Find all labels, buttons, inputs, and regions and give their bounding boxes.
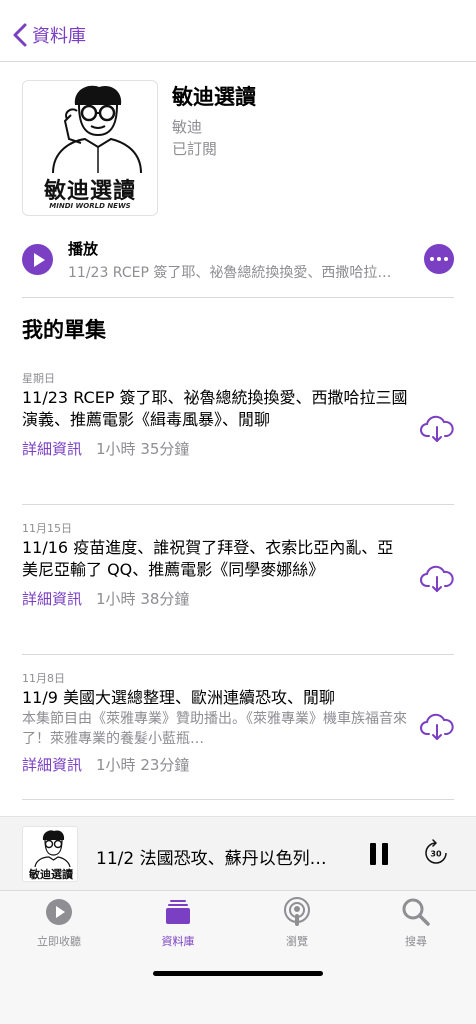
episode-duration: 1小時 23分鐘 xyxy=(96,756,190,774)
episode-date: 11月15日 xyxy=(22,522,72,535)
episode-date: 11月8日 xyxy=(22,672,65,685)
episode-date: 星期日 xyxy=(22,372,55,385)
episode-details-link[interactable]: 詳細資訊 xyxy=(22,590,82,608)
more-options-button[interactable] xyxy=(424,244,454,274)
episode-title[interactable]: 11/16 疫苗進度、誰祝賀了拜登、衣索比亞內亂、亞美尼亞輸了 QQ、推薦電影《… xyxy=(22,537,408,581)
show-author[interactable]: 敏迪 xyxy=(172,116,256,138)
mini-player[interactable]: 敏迪選讀 11/2 法國恐攻、蘇丹以色列建交 30 xyxy=(0,816,476,890)
tab-label: 資料庫 xyxy=(161,935,195,948)
more-dot-icon xyxy=(444,257,448,261)
tab-browse[interactable]: 瀏覽 xyxy=(247,897,347,957)
play-circle-icon xyxy=(46,899,72,925)
pause-bar-icon xyxy=(382,843,388,865)
back-button[interactable]: 資料庫 xyxy=(12,20,86,50)
pause-button[interactable] xyxy=(370,843,388,865)
mini-artwork-title: 敏迪選讀 xyxy=(28,867,73,881)
skip-seconds-label: 30 xyxy=(430,850,442,859)
tab-bar: 立即收聽 資料庫 瀏覽 搜尋 xyxy=(0,890,476,1024)
tab-search[interactable]: 搜尋 xyxy=(366,897,466,957)
episode-duration: 1小時 35分鐘 xyxy=(96,440,190,458)
show-artwork: 敏迪選讀 MINDI WORLD NEWS xyxy=(22,80,158,216)
show-header: 敏迪選讀 MINDI WORLD NEWS 敏迪選讀 敏迪 已訂閱 xyxy=(22,80,454,216)
tab-library[interactable]: 資料庫 xyxy=(128,897,228,957)
navigation-bar: 資料庫 xyxy=(0,0,476,62)
episode-meta: 詳細資訊 1小時 38分鐘 xyxy=(22,589,454,609)
download-cloud-icon[interactable] xyxy=(420,712,454,742)
section-title: 我的單集 xyxy=(22,318,106,342)
caricature-illustration xyxy=(52,85,142,174)
tab-label: 瀏覽 xyxy=(286,935,308,948)
podcast-icon xyxy=(284,897,310,926)
mini-player-artwork[interactable]: 敏迪選讀 xyxy=(22,826,78,882)
episode-duration: 1小時 38分鐘 xyxy=(96,590,190,608)
episode-description: 本集節目由《萊雅專業》贊助播出。《萊雅專業》機車族福音來了！萊雅專業的養髮小藍瓶… xyxy=(22,711,407,747)
skip-forward-30-button[interactable]: 30 xyxy=(422,839,450,867)
home-indicator[interactable] xyxy=(153,971,323,976)
download-cloud-icon[interactable] xyxy=(420,564,454,594)
library-icon xyxy=(166,900,190,924)
artwork-subtitle: MINDI WORLD NEWS xyxy=(49,202,131,210)
play-button[interactable] xyxy=(22,244,53,275)
play-row: 播放 11/23 RCEP 簽了耶、祕魯總統換換愛、西撒哈拉三國演義、推薦電影《… xyxy=(22,234,454,298)
more-dot-icon xyxy=(437,257,441,261)
artwork-title: 敏迪選讀 xyxy=(43,178,136,204)
episode-row[interactable]: 11月8日 11/9 美國大選總整理、歐洲連續恐攻、閒聊 本集節目由《萊雅專業》… xyxy=(22,672,454,800)
caricature-thumbnail: 敏迪選讀 xyxy=(28,830,73,881)
tab-label: 立即收聽 xyxy=(37,935,81,948)
tab-label: 搜尋 xyxy=(405,935,427,948)
subscription-status: 已訂閱 xyxy=(172,140,218,158)
episode-row[interactable]: 星期日 11/23 RCEP 簽了耶、祕魯總統換換愛、西撒哈拉三國演義、推薦電影… xyxy=(22,372,454,505)
tab-listen-now[interactable]: 立即收聽 xyxy=(9,897,109,957)
download-cloud-icon[interactable] xyxy=(420,414,454,444)
episode-title[interactable]: 11/23 RCEP 簽了耶、祕魯總統換換愛、西撒哈拉三國演義、推薦電影《緝毒風… xyxy=(22,387,408,431)
mini-player-title[interactable]: 11/2 法國恐攻、蘇丹以色列建交 xyxy=(96,844,341,869)
episode-meta: 詳細資訊 1小時 35分鐘 xyxy=(22,439,454,459)
show-title: 敏迪選讀 xyxy=(172,85,256,109)
play-subtitle: 11/23 RCEP 簽了耶、祕魯總統換換愛、西撒哈拉三國演義、推薦電影《緝毒風… xyxy=(68,265,398,281)
episode-title[interactable]: 11/9 美國大選總整理、歐洲連續恐攻、閒聊 xyxy=(22,687,408,709)
more-dot-icon xyxy=(430,257,434,261)
show-info: 敏迪選讀 敏迪 已訂閱 xyxy=(172,82,256,160)
pause-bar-icon xyxy=(370,843,376,865)
chevron-left-icon xyxy=(13,23,27,47)
episode-details-link[interactable]: 詳細資訊 xyxy=(22,440,82,458)
episode-details-link[interactable]: 詳細資訊 xyxy=(22,756,82,774)
episode-row[interactable]: 11月15日 11/16 疫苗進度、誰祝賀了拜登、衣索比亞內亂、亞美尼亞輸了 Q… xyxy=(22,522,454,655)
play-label[interactable]: 播放 xyxy=(68,238,98,259)
search-icon xyxy=(402,898,430,926)
episode-meta: 詳細資訊 1小時 23分鐘 xyxy=(22,755,454,775)
back-button-label: 資料庫 xyxy=(32,26,86,47)
